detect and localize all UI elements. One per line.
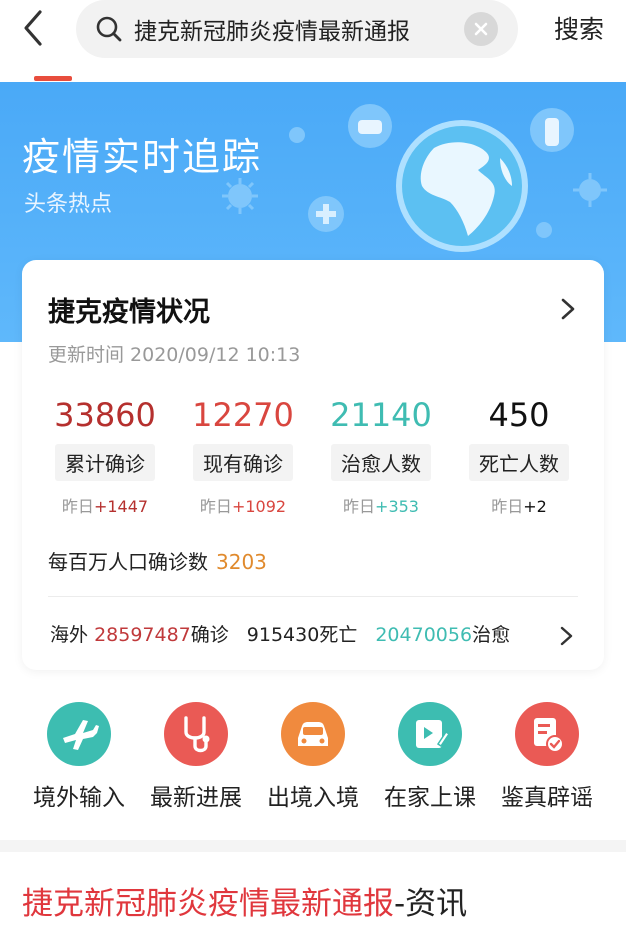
per-million-row: 每百万人口确诊数 3203 [48, 546, 267, 575]
nav-label: 出境入境 [267, 785, 359, 811]
nav-label: 鉴真辟谣 [501, 785, 593, 811]
stat-delta: 昨日+1092 [178, 493, 308, 517]
back-icon[interactable] [16, 8, 52, 48]
clear-icon[interactable] [464, 12, 498, 46]
delta-value: +1092 [231, 497, 287, 516]
delta-value: +353 [375, 497, 419, 516]
delta-prefix: 昨日 [61, 497, 94, 516]
delta-prefix: 昨日 [491, 497, 524, 516]
stat-recovered: 21140 治愈人数 昨日+353 [316, 392, 446, 517]
stat-delta: 昨日+2 [454, 493, 584, 517]
per-million-value: 3203 [216, 550, 267, 574]
tab-indicator [34, 76, 72, 81]
delta-prefix: 昨日 [199, 497, 232, 516]
search-button[interactable]: 搜索 [554, 10, 604, 46]
delta-value: +1447 [93, 497, 149, 516]
virus-icon [573, 173, 607, 207]
stat-label: 现有确诊 [193, 444, 293, 481]
virus-icon [536, 222, 552, 238]
overseas-deaths: 915430 [246, 624, 320, 646]
mask-icon [348, 104, 392, 148]
per-million-label: 每百万人口确诊数 [48, 550, 208, 574]
news-title-link[interactable]: 捷克新冠肺炎疫情最新通报-资讯 [22, 878, 467, 923]
nav-label: 最新进展 [150, 785, 242, 811]
virus-icon [222, 178, 258, 214]
overseas-summary[interactable]: 海外 28597487确诊 915430死亡 20470056治愈 [50, 620, 510, 647]
virus-icon [289, 127, 305, 143]
nav-label: 境外输入 [33, 785, 125, 811]
edit-video-icon [398, 702, 462, 766]
stat-label: 死亡人数 [469, 444, 569, 481]
overseas-prefix: 海外 [50, 624, 89, 646]
stat-total-confirmed: 33860 累计确诊 昨日+1447 [40, 392, 170, 517]
search-icon [94, 14, 124, 44]
stat-value: 33860 [54, 396, 156, 434]
divider [48, 596, 578, 597]
globe-icon [396, 120, 528, 252]
quick-nav: 境外输入 最新进展 出境入境 在家上课 鉴真辟谣 [0, 702, 626, 814]
nav-label: 在家上课 [384, 785, 476, 811]
nav-home-class[interactable]: 在家上课 [370, 702, 490, 812]
overseas-recovered-label: 治愈 [472, 624, 511, 646]
stat-value: 21140 [330, 396, 432, 434]
stat-value: 450 [488, 396, 550, 434]
nav-latest-progress[interactable]: 最新进展 [136, 702, 256, 812]
update-time: 更新时间 2020/09/12 10:13 [48, 344, 301, 366]
nav-rumor-check[interactable]: 鉴真辟谣 [487, 702, 607, 812]
stat-label: 累计确诊 [55, 444, 155, 481]
stat-deaths: 450 死亡人数 昨日+2 [454, 392, 584, 517]
delta-prefix: 昨日 [343, 497, 376, 516]
card-title: 捷克疫情状况 [48, 297, 210, 328]
czech-status-card[interactable]: 捷克疫情状况 更新时间 2020/09/12 10:13 33860 累计确诊 … [22, 260, 604, 670]
plus-icon [308, 196, 344, 232]
search-input[interactable]: 捷克新冠肺炎疫情最新通报 [134, 12, 464, 46]
stat-current-confirmed: 12270 现有确诊 昨日+1092 [178, 392, 308, 517]
stats-row: 33860 累计确诊 昨日+1447 12270 现有确诊 昨日+1092 21… [40, 392, 588, 516]
stat-label: 治愈人数 [331, 444, 431, 481]
delta-value: +2 [523, 497, 547, 516]
stethoscope-icon [164, 702, 228, 766]
spray-bottle-icon [530, 108, 574, 152]
verified-doc-icon [515, 702, 579, 766]
banner-title: 疫情实时追踪 [22, 135, 263, 179]
stat-delta: 昨日+353 [316, 493, 446, 517]
chevron-right-icon[interactable] [558, 624, 576, 648]
car-icon [281, 702, 345, 766]
top-bar: 捷克新冠肺炎疫情最新通报 搜索 [0, 0, 626, 82]
news-title-suffix: -资讯 [394, 886, 468, 922]
banner-subtitle: 头条热点 [24, 192, 113, 217]
overseas-confirmed-label: 确诊 [190, 624, 229, 646]
nav-travel[interactable]: 出境入境 [253, 702, 373, 812]
news-title-highlight: 捷克新冠肺炎疫情最新通报 [22, 886, 394, 922]
stat-value: 12270 [192, 396, 294, 434]
airplane-icon [47, 702, 111, 766]
nav-imported-cases[interactable]: 境外输入 [19, 702, 139, 812]
overseas-deaths-label: 死亡 [319, 624, 358, 646]
search-box[interactable]: 捷克新冠肺炎疫情最新通报 [76, 0, 518, 58]
section-separator [0, 840, 626, 852]
chevron-right-icon[interactable] [558, 296, 578, 322]
stat-delta: 昨日+1447 [40, 493, 170, 517]
overseas-recovered: 20470056 [375, 624, 473, 646]
overseas-confirmed: 28597487 [94, 624, 191, 646]
